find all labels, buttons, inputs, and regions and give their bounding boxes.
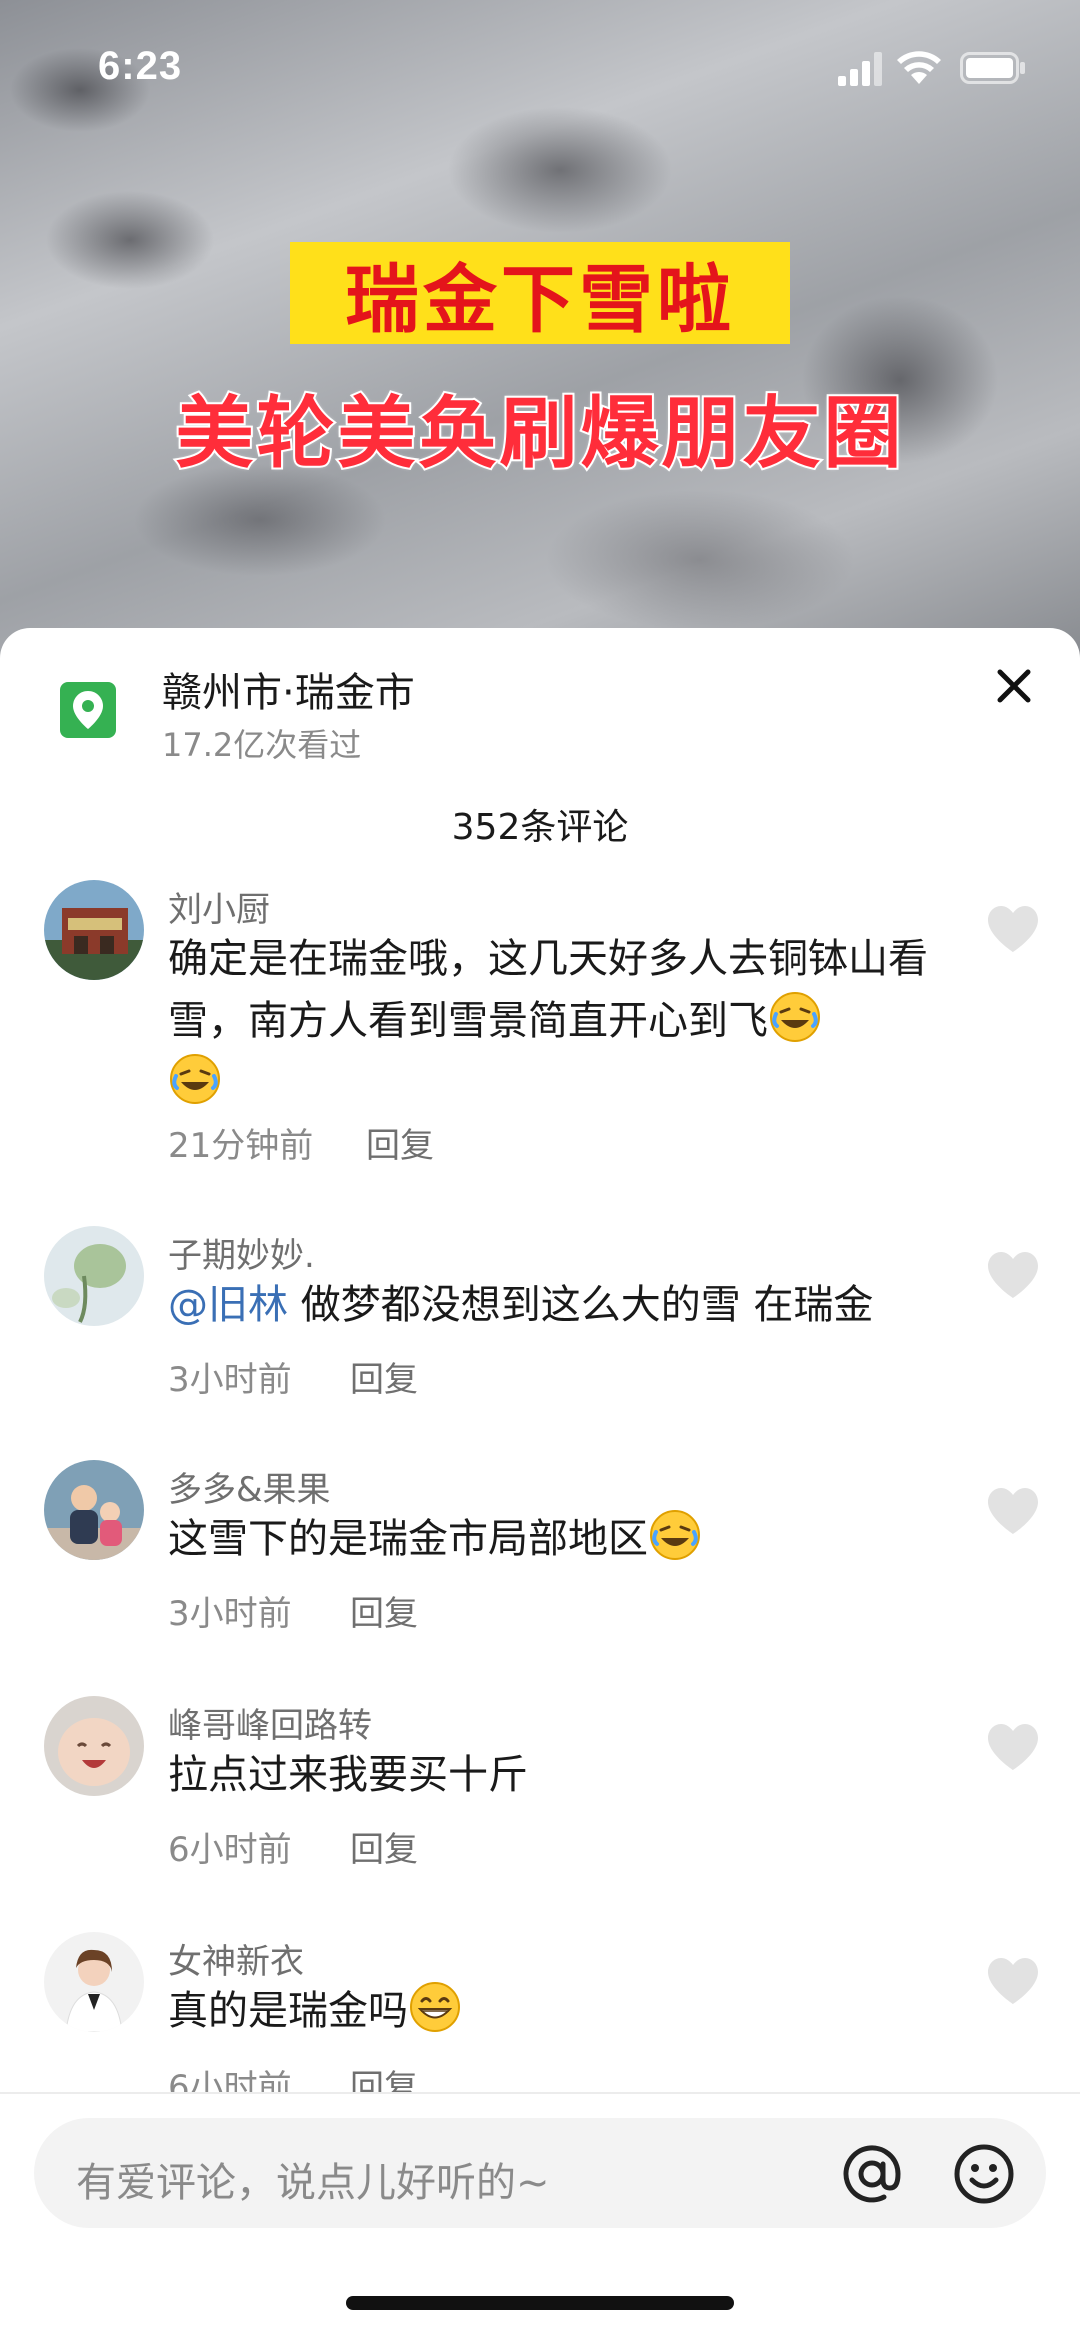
comment-time: 21分钟前: [168, 1126, 314, 1166]
at-icon[interactable]: [840, 2142, 904, 2206]
comment-text-content: 这雪下的是瑞金市局部地区: [168, 1516, 648, 1562]
comment-text-content: 真的是瑞金吗: [168, 1988, 408, 2034]
comment-text: 真的是瑞金吗: [168, 1980, 928, 2042]
comment-author[interactable]: 多多&果果: [168, 1462, 331, 1511]
comment-count: 352条评论: [451, 807, 629, 848]
laughing-emoji-icon: [650, 1510, 700, 1560]
close-icon[interactable]: [990, 662, 1038, 710]
wifi-icon: [897, 51, 941, 84]
heart-icon[interactable]: [986, 904, 1040, 954]
heart-icon[interactable]: [986, 1722, 1040, 1772]
comment-text-content: 做梦都没想到这么大的雪 在瑞金: [288, 1282, 874, 1328]
reply-button[interactable]: 回复: [366, 1118, 434, 1167]
video-headline-1: 瑞金下雪啦: [345, 256, 735, 343]
avatar[interactable]: [44, 1226, 144, 1326]
home-indicator: [346, 2296, 734, 2310]
grinning-emoji-icon: [410, 1982, 460, 2032]
location-view-count: 17.2亿次看过: [162, 726, 362, 764]
input-divider: [0, 2092, 1080, 2094]
comment-text: @旧林 做梦都没想到这么大的雪 在瑞金: [168, 1274, 928, 1336]
comment-text: 确定是在瑞金哦，这几天好多人去铜钵山看雪，南方人看到雪景简直开心到飞: [168, 928, 928, 1114]
laughing-emoji-icon: [170, 1054, 220, 1104]
comment-sheet: [0, 628, 1080, 2337]
location-city[interactable]: 赣州市·瑞金市: [162, 660, 415, 718]
battery-icon: [960, 52, 1025, 84]
heart-icon[interactable]: [986, 1250, 1040, 1300]
comment-time: 3小时前: [168, 1360, 292, 1400]
video-headline-2: 美轮美奂刷爆朋友圈: [173, 387, 905, 481]
reply-button[interactable]: 回复: [350, 1352, 418, 1401]
smiley-icon[interactable]: [952, 2142, 1016, 2206]
comment-author[interactable]: 峰哥峰回路转: [168, 1698, 372, 1747]
heart-icon[interactable]: [986, 1486, 1040, 1536]
comment-input-placeholder: 有爱评论，说点儿好听的~: [76, 2160, 550, 2206]
reply-button[interactable]: 回复: [350, 1586, 418, 1635]
comment-author[interactable]: 子期妙妙.: [168, 1228, 315, 1277]
comment-author[interactable]: 刘小厨: [168, 882, 270, 931]
status-bar: 6:23: [0, 0, 1080, 140]
comment-input[interactable]: 有爱评论，说点儿好听的~: [34, 2118, 1046, 2228]
avatar[interactable]: [44, 880, 144, 980]
location-pin-icon[interactable]: [60, 682, 116, 738]
comment-author[interactable]: 女神新衣: [168, 1934, 304, 1983]
reply-button[interactable]: 回复: [350, 1822, 418, 1871]
avatar[interactable]: [44, 1696, 144, 1796]
comment-time: 6小时前: [168, 1830, 292, 1870]
video-headline-banner: 瑞金下雪啦: [290, 242, 790, 344]
comment-time: 3小时前: [168, 1594, 292, 1634]
mention-link[interactable]: @旧林: [168, 1282, 288, 1328]
signal-icon: [838, 52, 882, 86]
comment-text: 拉点过来我要买十斤: [168, 1752, 528, 1798]
status-time: 6:23: [98, 44, 183, 88]
avatar[interactable]: [44, 1460, 144, 1560]
heart-icon[interactable]: [986, 1956, 1040, 2006]
comment-text: 这雪下的是瑞金市局部地区: [168, 1508, 928, 1570]
avatar[interactable]: [44, 1932, 144, 2032]
laughing-emoji-icon: [770, 992, 820, 1042]
